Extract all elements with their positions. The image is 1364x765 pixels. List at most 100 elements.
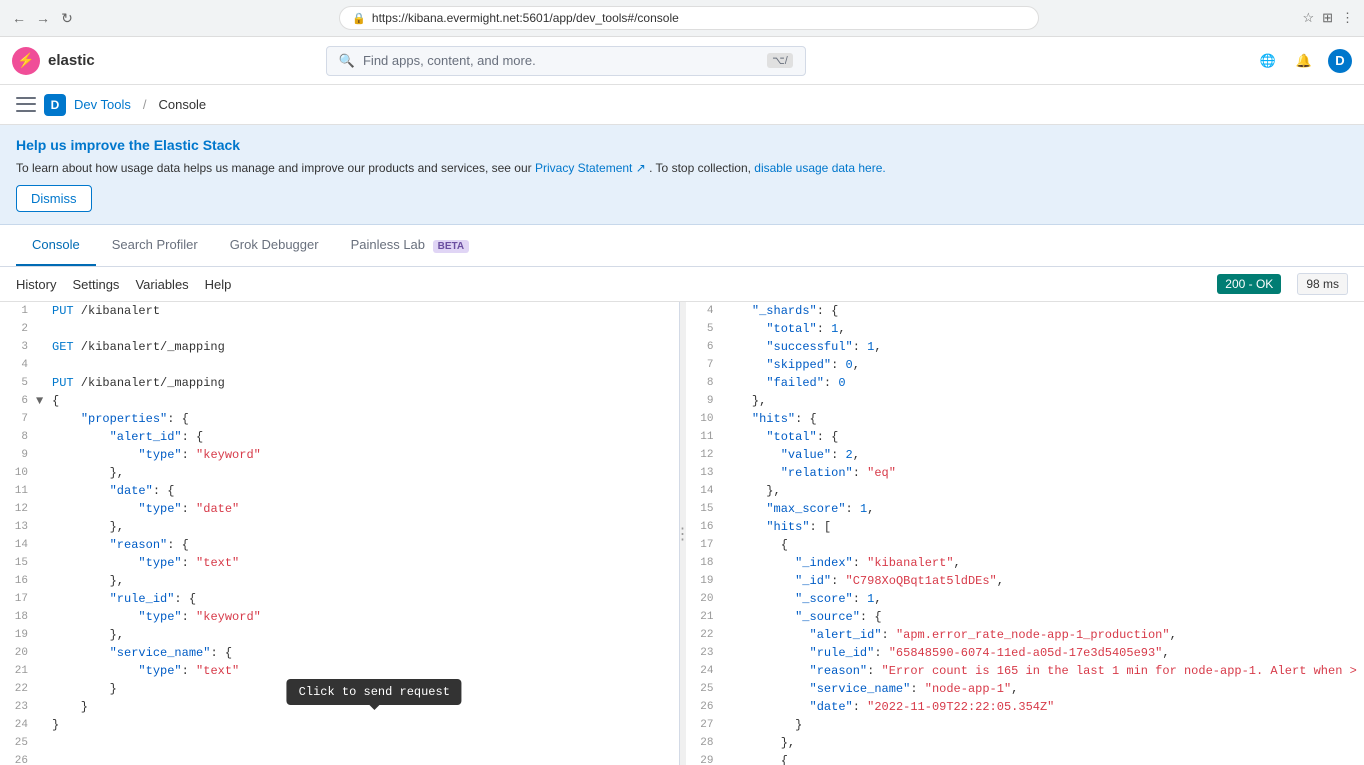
- extensions-icon[interactable]: ⊞: [1322, 10, 1333, 26]
- global-search-bar[interactable]: 🔍 Find apps, content, and more. ⌥/: [326, 46, 806, 76]
- code-line: 17 {: [686, 536, 1364, 554]
- code-line: 1 PUT /kibanalert: [0, 302, 679, 320]
- code-line: 14 },: [686, 482, 1364, 500]
- hamburger-menu[interactable]: [16, 95, 36, 115]
- code-line: 24 }: [0, 716, 679, 734]
- code-line: 7 "skipped": 0,: [686, 356, 1364, 374]
- editor-area: 1 PUT /kibanalert 2 3 GET /kibanalert/_m…: [0, 302, 1364, 765]
- sub-toolbar: History Settings Variables Help 200 - OK…: [0, 267, 1364, 302]
- code-line: 15 "type": "text": [0, 554, 679, 572]
- tab-grok-debugger[interactable]: Grok Debugger: [214, 225, 335, 266]
- settings-item[interactable]: Settings: [72, 277, 119, 292]
- code-line: 18 "type": "keyword": [0, 608, 679, 626]
- code-line: 19 },: [0, 626, 679, 644]
- browser-chrome: ← → ↻ 🔒 https://kibana.evermight.net:560…: [0, 0, 1364, 37]
- banner-title: Help us improve the Elastic Stack: [16, 137, 1348, 153]
- editor-content-left[interactable]: 1 PUT /kibanalert 2 3 GET /kibanalert/_m…: [0, 302, 679, 765]
- code-line: 25 "service_name": "node-app-1",: [686, 680, 1364, 698]
- code-line: 11 "date": {: [0, 482, 679, 500]
- code-line: 26 "date": "2022-11-09T22:22:05.354Z": [686, 698, 1364, 716]
- code-line: 9 "type": "keyword": [0, 446, 679, 464]
- code-line: 16 "hits": [: [686, 518, 1364, 536]
- tooltip: Click to send request: [287, 679, 462, 705]
- code-line: 20 "_score": 1,: [686, 590, 1364, 608]
- code-line: 8 "failed": 0: [686, 374, 1364, 392]
- code-line: 10 "hits": {: [686, 410, 1364, 428]
- code-line: 16 },: [0, 572, 679, 590]
- code-line: 4: [0, 356, 679, 374]
- code-line: 23 "rule_id": "65848590-6074-11ed-a05d-1…: [686, 644, 1364, 662]
- help-banner: Help us improve the Elastic Stack To lea…: [0, 125, 1364, 225]
- code-line: 7 "properties": {: [0, 410, 679, 428]
- code-line: 4 "_shards": {: [686, 302, 1364, 320]
- code-line: 2: [0, 320, 679, 338]
- code-line: 13 "relation": "eq": [686, 464, 1364, 482]
- kibana-header: ⚡ elastic 🔍 Find apps, content, and more…: [0, 37, 1364, 85]
- star-icon[interactable]: ☆: [1302, 10, 1314, 26]
- code-line: 25: [0, 734, 679, 752]
- back-button[interactable]: ←: [10, 9, 28, 27]
- elastic-logo-icon: ⚡: [12, 47, 40, 75]
- elastic-logo-text: elastic: [48, 52, 95, 69]
- variables-item[interactable]: Variables: [135, 277, 188, 292]
- address-bar[interactable]: 🔒 https://kibana.evermight.net:5601/app/…: [339, 6, 1039, 30]
- search-icon: 🔍: [339, 53, 355, 69]
- history-item[interactable]: History: [16, 277, 56, 292]
- code-line: 17 "rule_id": {: [0, 590, 679, 608]
- bell-icon[interactable]: 🔔: [1292, 49, 1316, 73]
- code-line: 27 }: [686, 716, 1364, 734]
- elastic-logo[interactable]: ⚡ elastic: [12, 47, 95, 75]
- code-line: 5 PUT /kibanalert/_mapping: [0, 374, 679, 392]
- code-line: 28 },: [686, 734, 1364, 752]
- browser-nav: ← → ↻: [10, 9, 76, 27]
- code-line: 10 },: [0, 464, 679, 482]
- menu-icon[interactable]: ⋮: [1341, 10, 1354, 26]
- forward-button[interactable]: →: [34, 9, 52, 27]
- url-display: https://kibana.evermight.net:5601/app/de…: [372, 11, 1026, 25]
- banner-description: To learn about how usage data helps us m…: [16, 159, 1348, 177]
- breadcrumb-separator: /: [143, 97, 147, 112]
- dismiss-button[interactable]: Dismiss: [16, 185, 92, 212]
- header-actions: 🌐 🔔 D: [1256, 49, 1352, 73]
- code-line: 21 "_source": {: [686, 608, 1364, 626]
- code-line: 14 "reason": {: [0, 536, 679, 554]
- code-line: 13 },: [0, 518, 679, 536]
- privacy-link[interactable]: Privacy Statement ↗: [535, 161, 646, 175]
- code-line: 21 "type": "text": [0, 662, 679, 680]
- app-icon-badge: D: [44, 94, 66, 116]
- disable-link[interactable]: disable usage data here.: [754, 161, 885, 175]
- shortcut-badge: ⌥/: [767, 53, 793, 68]
- breadcrumb-dev-tools[interactable]: Dev Tools: [74, 97, 131, 112]
- code-line: 20 "service_name": {: [0, 644, 679, 662]
- globe-icon[interactable]: 🌐: [1256, 49, 1280, 73]
- tab-search-profiler[interactable]: Search Profiler: [96, 225, 214, 266]
- code-line: 3 GET /kibanalert/_mapping: [0, 338, 679, 356]
- time-badge: 98 ms: [1297, 273, 1348, 295]
- code-line: 11 "total": {: [686, 428, 1364, 446]
- code-line: 12 "value": 2,: [686, 446, 1364, 464]
- code-line: 15 "max_score": 1,: [686, 500, 1364, 518]
- code-line: 22 "alert_id": "apm.error_rate_node-app-…: [686, 626, 1364, 644]
- code-line: 6 "successful": 1,: [686, 338, 1364, 356]
- code-line: 9 },: [686, 392, 1364, 410]
- tab-painless-lab[interactable]: Painless Lab BETA: [335, 225, 486, 266]
- right-editor-panel: 4 "_shards": { 5 "total": 1, 6 "successf…: [686, 302, 1364, 765]
- editor-content-right: 4 "_shards": { 5 "total": 1, 6 "successf…: [686, 302, 1364, 765]
- browser-actions: ☆ ⊞ ⋮: [1302, 10, 1354, 26]
- app-header: D Dev Tools / Console: [0, 85, 1364, 125]
- code-line: 6▼{: [0, 392, 679, 410]
- tab-console[interactable]: Console: [16, 225, 96, 266]
- code-line: 5 "total": 1,: [686, 320, 1364, 338]
- search-placeholder: Find apps, content, and more.: [363, 53, 536, 68]
- user-avatar[interactable]: D: [1328, 49, 1352, 73]
- dev-tools-tabs: Console Search Profiler Grok Debugger Pa…: [0, 225, 1364, 267]
- refresh-button[interactable]: ↻: [58, 9, 76, 27]
- help-item[interactable]: Help: [205, 277, 232, 292]
- code-line: 8 "alert_id": {: [0, 428, 679, 446]
- code-line: 24 "reason": "Error count is 165 in the …: [686, 662, 1364, 680]
- left-editor-panel[interactable]: 1 PUT /kibanalert 2 3 GET /kibanalert/_m…: [0, 302, 680, 765]
- code-line: 19 "_id": "C798XoQBqt1at5ldDEs",: [686, 572, 1364, 590]
- code-line: 18 "_index": "kibanalert",: [686, 554, 1364, 572]
- breadcrumb-console: Console: [158, 97, 206, 112]
- status-badge: 200 - OK: [1217, 274, 1281, 294]
